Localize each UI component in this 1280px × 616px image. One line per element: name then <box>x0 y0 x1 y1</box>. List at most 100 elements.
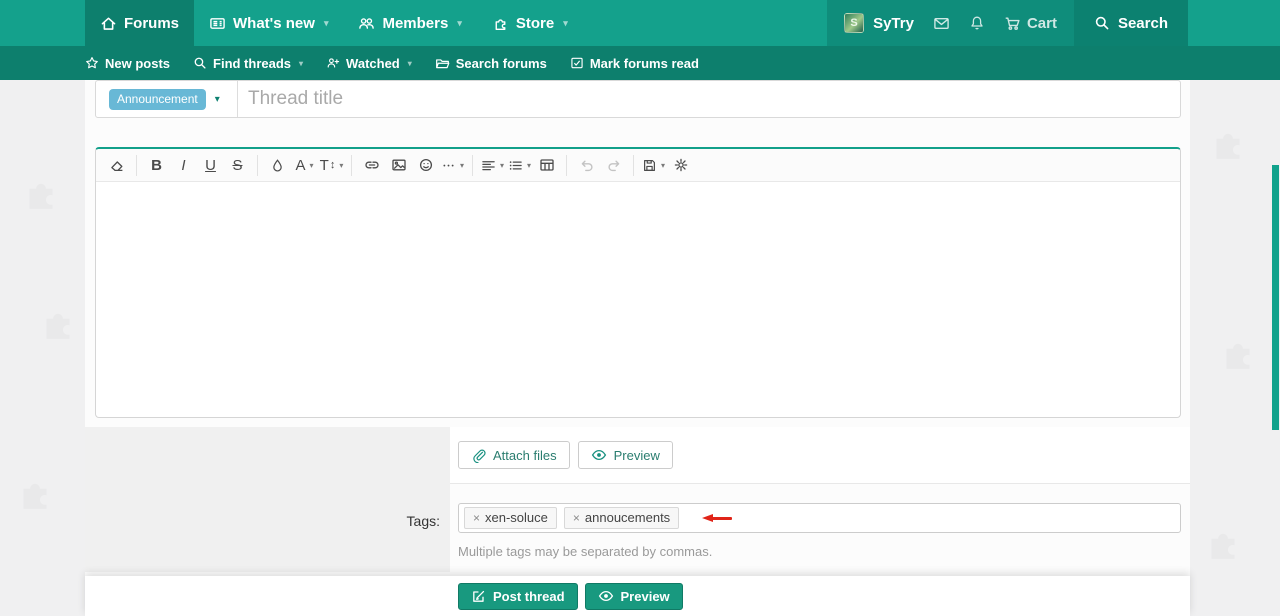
tags-field-label: Tags: <box>85 513 440 529</box>
list-button[interactable]: ▾ <box>506 152 533 178</box>
drafts-button[interactable]: ▾ <box>640 152 667 178</box>
list-icon <box>508 158 523 173</box>
toolbar-separator <box>566 155 567 176</box>
tag-chip: × xen-soluce <box>464 507 557 529</box>
more-options-button[interactable]: ▾ <box>439 152 466 178</box>
main-nav-tabs: Forums What's new ▾ Members ▾ Store ▾ <box>85 0 583 46</box>
editor-settings-button[interactable] <box>667 152 694 178</box>
search-icon <box>193 56 207 70</box>
background-pattern-piece <box>1205 120 1251 166</box>
subnav-item-new-posts[interactable]: New posts <box>85 56 170 71</box>
italic-button[interactable]: I <box>170 152 197 178</box>
message-body-input[interactable] <box>96 182 1180 417</box>
chevron-down-icon: ▾ <box>215 94 220 105</box>
attach-files-button[interactable]: Attach files <box>458 441 570 469</box>
remove-tag-icon[interactable]: × <box>573 511 580 525</box>
sub-navbar: New posts Find threads ▾ Watched ▾ Searc… <box>0 46 1280 80</box>
cart-button[interactable]: Cart <box>1004 15 1057 32</box>
image-icon <box>391 157 407 173</box>
tag-label: annoucements <box>585 510 670 525</box>
insert-table-button[interactable] <box>533 152 560 178</box>
editor-toolbar: B I U S A▾ T↕▾ ▾ ▾ ▾ ▾ <box>96 149 1180 182</box>
star-icon <box>85 56 99 70</box>
pencil-square-icon <box>471 589 486 604</box>
user-panel: S SyTry Cart <box>827 0 1074 46</box>
chevron-down-icon: ▾ <box>500 161 504 170</box>
eye-icon <box>598 588 614 604</box>
strikethrough-button[interactable]: S <box>224 152 251 178</box>
tag-label: xen-soluce <box>485 510 548 525</box>
text-color-button[interactable] <box>264 152 291 178</box>
insert-image-button[interactable] <box>385 152 412 178</box>
remove-format-button[interactable] <box>103 152 130 178</box>
newspaper-icon <box>209 15 226 32</box>
tag-chip: × annoucements <box>564 507 679 529</box>
preview-label: Preview <box>614 448 660 463</box>
search-button[interactable]: Search <box>1074 0 1188 46</box>
username[interactable]: SyTry <box>873 15 914 32</box>
editor-preview-button[interactable]: Preview <box>578 441 673 469</box>
subnav-item-search-forums[interactable]: Search forums <box>435 56 547 71</box>
bold-button[interactable]: B <box>143 152 170 178</box>
font-family-button[interactable]: A▾ <box>291 152 318 178</box>
chevron-down-icon: ▾ <box>299 59 303 68</box>
rich-text-editor: B I U S A▾ T↕▾ ▾ ▾ ▾ ▾ <box>95 147 1181 418</box>
background-pattern-piece <box>35 300 81 346</box>
top-navbar: Forums What's new ▾ Members ▾ Store ▾ S … <box>0 0 1280 46</box>
nav-tab-members[interactable]: Members ▾ <box>343 0 476 46</box>
annotation-arrow-icon <box>702 514 734 523</box>
post-thread-label: Post thread <box>493 589 565 604</box>
ellipsis-icon <box>441 158 456 173</box>
redo-icon <box>606 157 622 173</box>
prefix-dropdown[interactable]: Announcement ▾ <box>96 81 238 117</box>
floppy-disk-icon <box>642 158 657 173</box>
search-label: Search <box>1118 15 1168 32</box>
tags-input[interactable]: × xen-soluce × annoucements <box>458 503 1181 533</box>
subnav-item-label: Mark forums read <box>590 56 699 71</box>
smilies-button[interactable] <box>412 152 439 178</box>
font-family-label: A <box>295 157 305 174</box>
subnav-item-watched[interactable]: Watched ▾ <box>326 56 412 71</box>
font-size-button[interactable]: T↕▾ <box>318 152 345 178</box>
redo-button[interactable] <box>600 152 627 178</box>
avatar[interactable]: S <box>844 13 864 33</box>
remove-tag-icon[interactable]: × <box>473 511 480 525</box>
alignment-button[interactable]: ▾ <box>479 152 506 178</box>
footer-preview-button[interactable]: Preview <box>585 583 683 610</box>
insert-link-button[interactable] <box>358 152 385 178</box>
link-icon <box>364 157 380 173</box>
post-thread-button[interactable]: Post thread <box>458 583 578 610</box>
gear-icon <box>673 157 689 173</box>
toolbar-separator <box>351 155 352 176</box>
attach-preview-row: Attach files Preview <box>450 427 1190 484</box>
nav-tab-whats-new[interactable]: What's new ▾ <box>194 0 343 46</box>
toolbar-separator <box>633 155 634 176</box>
updown-arrows: ↕ <box>330 159 336 171</box>
thread-title-input[interactable] <box>238 81 1180 117</box>
eye-icon <box>591 447 607 463</box>
nav-user-area: S SyTry Cart Search <box>827 0 1280 46</box>
smiley-icon <box>418 157 434 173</box>
chevron-down-icon: ▾ <box>457 18 462 29</box>
nav-tab-store[interactable]: Store ▾ <box>477 0 583 46</box>
underline-button[interactable]: U <box>197 152 224 178</box>
subnav-item-find-threads[interactable]: Find threads ▾ <box>193 56 303 71</box>
background-pattern-piece <box>18 170 64 216</box>
scrollbar-thumb[interactable] <box>1272 165 1279 430</box>
nav-tab-label: What's new <box>233 15 315 32</box>
subnav-item-mark-forums-read[interactable]: Mark forums read <box>570 56 699 71</box>
paperclip-icon <box>471 448 486 463</box>
home-icon <box>100 15 117 32</box>
undo-button[interactable] <box>573 152 600 178</box>
alerts-bell-icon[interactable] <box>969 15 985 31</box>
thread-title-box: Announcement ▾ <box>95 80 1181 118</box>
background-pattern-piece <box>1215 330 1261 376</box>
tags-hint-text: Multiple tags may be separated by commas… <box>458 544 712 559</box>
tags-row: Tags: × xen-soluce × annoucements Multip… <box>85 484 1190 572</box>
nav-tab-label: Members <box>382 15 448 32</box>
background-pattern-piece <box>1200 520 1246 566</box>
inbox-envelope-icon[interactable] <box>933 15 950 32</box>
puzzle-icon <box>492 15 509 32</box>
nav-tab-forums[interactable]: Forums <box>85 0 194 46</box>
chevron-down-icon: ▾ <box>324 18 329 29</box>
